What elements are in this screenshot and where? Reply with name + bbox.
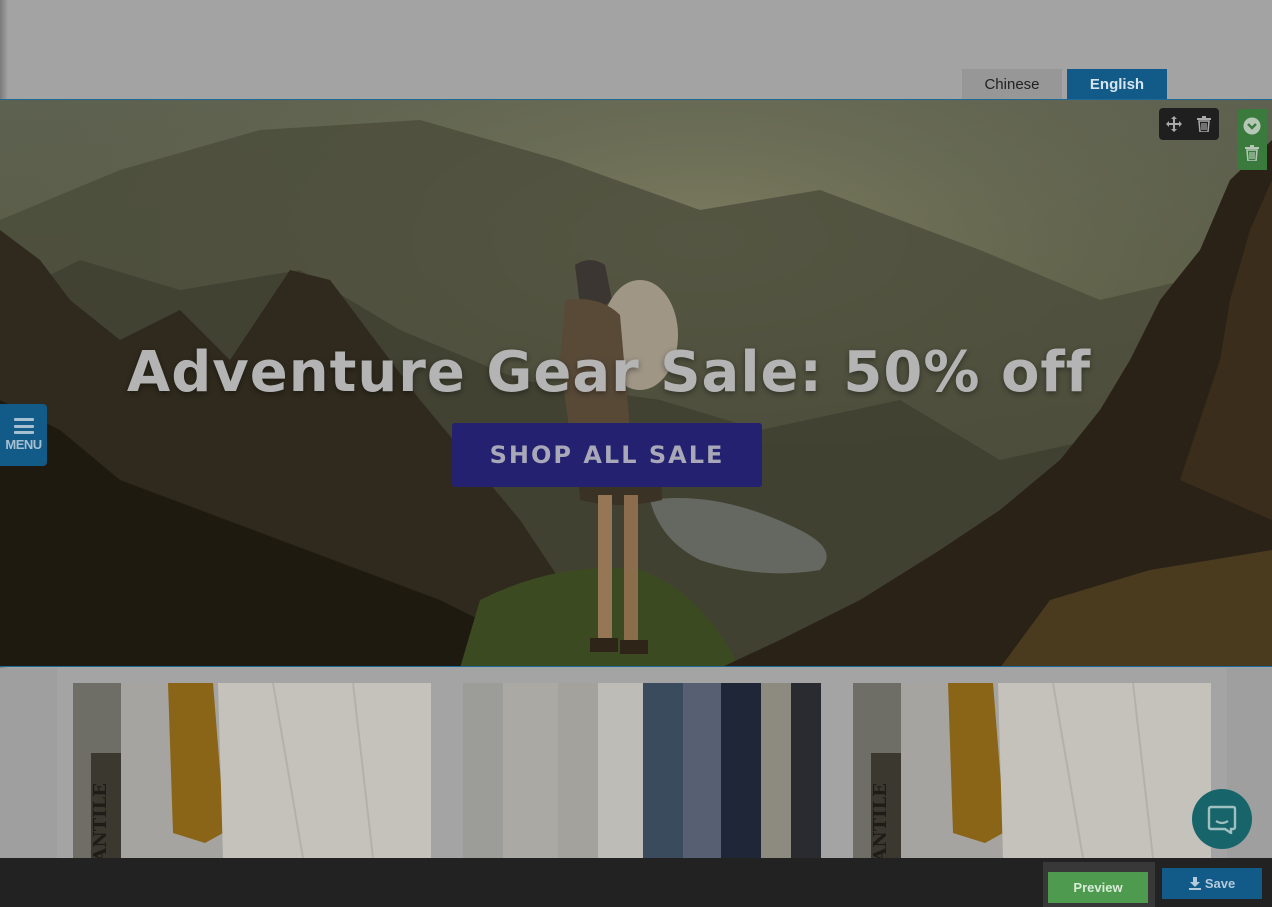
hamburger-icon <box>13 418 34 434</box>
download-icon <box>1188 877 1201 890</box>
editor-canvas: Chinese English Adventure Gear Sale: 50%… <box>0 0 1272 907</box>
save-label: Save <box>1204 876 1236 891</box>
preview-button[interactable]: Preview <box>1048 872 1148 903</box>
language-tabs: Chinese English <box>962 69 1167 99</box>
trash-icon[interactable] <box>1194 114 1214 134</box>
save-button[interactable]: Save <box>1162 868 1262 899</box>
product-row: ANTILE ANTILE <box>0 668 1272 858</box>
chevron-down-circle-icon[interactable] <box>1242 116 1262 136</box>
block-toolbar <box>1159 108 1219 140</box>
move-icon[interactable] <box>1164 114 1184 134</box>
hero-title: Adventure Gear Sale: 50% off <box>126 340 1092 405</box>
preview-wrapper: Preview <box>1043 862 1155 907</box>
section-toolbar <box>1237 109 1267 170</box>
hero-section[interactable]: Adventure Gear Sale: 50% off SHOP ALL SA… <box>0 99 1272 667</box>
product-sign-text: ANTILE <box>870 783 891 858</box>
chat-button[interactable] <box>1192 789 1252 849</box>
product-image-1[interactable]: ANTILE <box>73 683 431 858</box>
product-sign-text: ANTILE <box>90 783 111 858</box>
section-trash-icon[interactable] <box>1242 143 1262 163</box>
menu-label: MENU <box>5 437 42 452</box>
chat-bubble-icon <box>1207 805 1237 834</box>
product-image-3[interactable]: ANTILE <box>853 683 1211 858</box>
bottom-toolbar: Preview Save <box>0 858 1272 907</box>
product-image-2[interactable] <box>463 683 821 858</box>
tab-chinese[interactable]: Chinese <box>962 69 1062 99</box>
menu-button[interactable]: MENU <box>0 404 47 466</box>
tab-english[interactable]: English <box>1067 69 1167 99</box>
shop-all-sale-button[interactable]: SHOP ALL SALE <box>452 423 762 487</box>
product-row-inner: ANTILE ANTILE <box>57 668 1227 858</box>
